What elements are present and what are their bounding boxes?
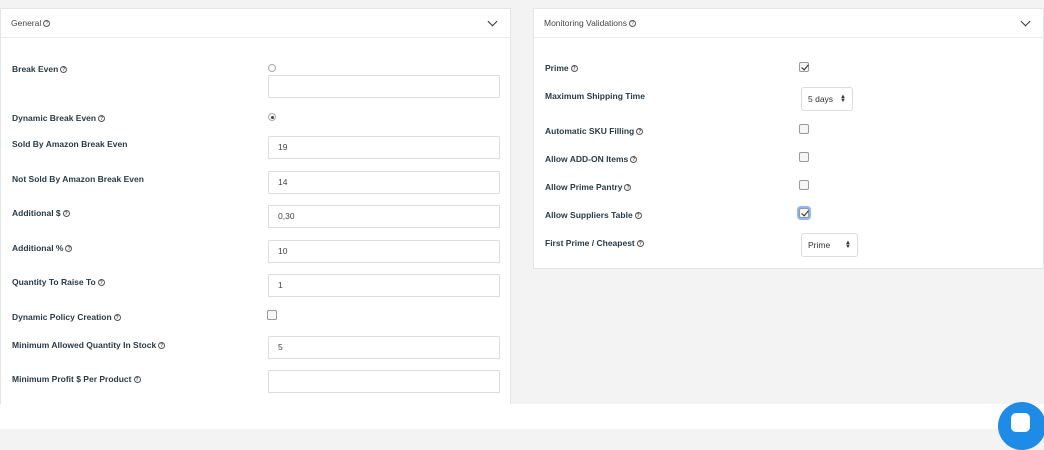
additional-dollar-input[interactable]: 0,30	[268, 205, 500, 228]
dynamic-break-even-label: Dynamic Break Even?	[12, 113, 106, 123]
dynamic-policy-label: Dynamic Policy Creation?	[12, 312, 121, 322]
prime-label: Prime?	[545, 63, 578, 73]
auto-sku-checkbox[interactable]	[799, 124, 809, 134]
help-icon[interactable]: ?	[624, 184, 632, 191]
dynamic-break-even-radio[interactable]	[268, 113, 276, 121]
allow-addon-label: Allow ADD-ON Items?	[545, 154, 638, 164]
additional-dollar-label: Additional $?	[12, 208, 70, 218]
min-qty-stock-label: Minimum Allowed Quantity In Stock?	[12, 340, 166, 350]
prime-checkbox[interactable]	[799, 62, 809, 72]
help-icon[interactable]: ?	[158, 342, 166, 349]
additional-percent-input[interactable]: 10	[268, 240, 500, 263]
help-icon[interactable]: ?	[570, 65, 578, 72]
dynamic-policy-checkbox[interactable]	[267, 310, 277, 320]
quantity-raise-input[interactable]: 1	[268, 274, 500, 297]
min-profit-label: Minimum Profit $ Per Product?	[12, 374, 141, 384]
break-even-label: Break Even?	[12, 64, 68, 74]
allow-suppliers-checkbox[interactable]	[799, 208, 809, 218]
not-sold-by-amazon-input[interactable]: 14	[268, 171, 500, 194]
chevron-down-icon[interactable]	[487, 16, 498, 27]
help-icon[interactable]: ?	[636, 128, 644, 135]
general-panel-header[interactable]: General?	[1, 9, 510, 38]
help-icon[interactable]: ?	[113, 314, 121, 321]
monitoring-title: Monitoring Validations	[544, 18, 627, 28]
sold-by-amazon-input[interactable]: 19	[268, 136, 500, 159]
break-even-radio[interactable]	[268, 64, 276, 72]
additional-percent-label: Additional %?	[12, 243, 73, 253]
first-prime-select[interactable]: Prime ▲ ▼	[801, 233, 858, 257]
general-title-wrap: General?	[11, 18, 51, 28]
help-icon[interactable]: ?	[133, 376, 141, 383]
help-icon[interactable]: ?	[98, 115, 106, 122]
chevron-down-icon[interactable]	[1020, 16, 1031, 27]
help-icon[interactable]: ?	[43, 20, 51, 27]
allow-suppliers-label: Allow Suppliers Table?	[545, 210, 642, 220]
monitoring-panel-header[interactable]: Monitoring Validations?	[534, 9, 1043, 38]
not-sold-by-amazon-label: Not Sold By Amazon Break Even	[12, 174, 144, 184]
chat-icon[interactable]	[998, 402, 1044, 450]
general-title: General	[11, 18, 42, 28]
help-icon[interactable]: ?	[65, 245, 73, 252]
allow-addon-checkbox[interactable]	[799, 152, 809, 162]
bottom-strip	[0, 404, 1044, 429]
sold-by-amazon-label: Sold By Amazon Break Even	[12, 139, 128, 149]
help-icon[interactable]: ?	[630, 156, 638, 163]
min-profit-input[interactable]	[268, 370, 500, 393]
general-panel: General? Break Even? Dynamic Break Even?…	[0, 8, 511, 408]
help-icon[interactable]: ?	[60, 66, 68, 73]
allow-pantry-checkbox[interactable]	[799, 180, 809, 190]
auto-sku-label: Automatic SKU Filling?	[545, 126, 644, 136]
min-qty-stock-input[interactable]: 5	[268, 336, 500, 359]
select-arrows-icon: ▲ ▼	[840, 94, 846, 104]
max-shipping-select[interactable]: 5 days ▲ ▼	[801, 87, 853, 111]
help-icon[interactable]: ?	[97, 279, 105, 286]
quantity-raise-label: Quantity To Raise To?	[12, 277, 105, 287]
help-icon[interactable]: ?	[634, 212, 642, 219]
break-even-input[interactable]	[268, 75, 500, 98]
help-icon[interactable]: ?	[62, 210, 70, 217]
monitoring-title-wrap: Monitoring Validations?	[544, 18, 636, 28]
first-prime-value: Prime	[808, 240, 831, 250]
max-shipping-value: 5 days	[808, 94, 834, 104]
monitoring-panel: Monitoring Validations? Prime? Maximum S…	[533, 8, 1044, 269]
max-shipping-label: Maximum Shipping Time	[545, 91, 645, 101]
allow-pantry-label: Allow Prime Pantry?	[545, 182, 632, 192]
select-arrows-icon: ▲ ▼	[845, 240, 851, 250]
help-icon[interactable]: ?	[629, 20, 636, 27]
first-prime-label: First Prime / Cheapest?	[545, 238, 644, 248]
help-icon[interactable]: ?	[636, 240, 644, 247]
